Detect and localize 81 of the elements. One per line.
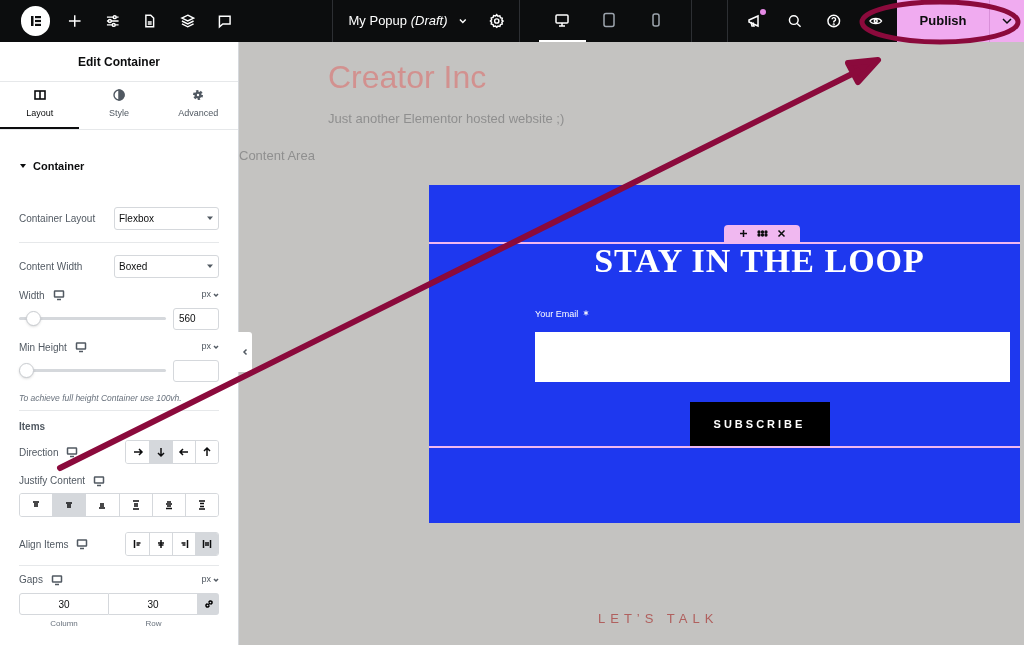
popup-heading: STAY IN THE LOOP bbox=[594, 244, 925, 278]
help-text: To achieve full height Container use 100vh. bbox=[19, 391, 183, 405]
section-toggle[interactable]: Container bbox=[19, 158, 219, 175]
up-icon bbox=[201, 446, 213, 459]
slider[interactable] bbox=[19, 311, 166, 326]
field-caption: Column bbox=[49, 618, 79, 631]
desktop-icon[interactable] bbox=[66, 446, 79, 459]
link-icon bbox=[202, 598, 215, 611]
settings-icon[interactable] bbox=[489, 13, 505, 29]
align-stretch-icon bbox=[201, 538, 213, 551]
control-label: Content Width bbox=[19, 259, 83, 274]
close-icon[interactable] bbox=[776, 229, 786, 238]
email-field[interactable] bbox=[535, 331, 1010, 382]
control-label: Width bbox=[19, 288, 45, 303]
layers-icon[interactable] bbox=[179, 13, 196, 29]
desktop-icon bbox=[554, 12, 571, 28]
layout-icon bbox=[32, 88, 47, 103]
option-button[interactable] bbox=[184, 494, 218, 517]
panel-tab[interactable]: Layout bbox=[0, 82, 80, 129]
sliders-icon[interactable] bbox=[104, 13, 121, 29]
container-handle[interactable] bbox=[724, 225, 800, 242]
chevron-left-icon bbox=[241, 348, 249, 356]
group-heading: Items bbox=[19, 420, 47, 435]
panel-tab[interactable]: Advanced bbox=[158, 82, 238, 129]
link-toggle[interactable] bbox=[198, 593, 219, 616]
select-field[interactable]: Boxed bbox=[114, 254, 219, 278]
option-button[interactable] bbox=[52, 494, 86, 517]
desktop-icon[interactable] bbox=[76, 538, 89, 551]
control-label: Justify Content bbox=[19, 474, 86, 489]
unit-selector[interactable]: px bbox=[201, 340, 219, 354]
desktop-icon[interactable] bbox=[93, 474, 106, 487]
down-icon bbox=[155, 446, 167, 459]
field-label: Your Email bbox=[535, 308, 579, 321]
control-label: Direction bbox=[19, 445, 59, 460]
unit-selector[interactable]: px bbox=[201, 288, 219, 302]
collapse-panel-handle[interactable] bbox=[238, 332, 252, 372]
align-start-icon bbox=[131, 538, 144, 551]
number-field[interactable] bbox=[173, 359, 219, 382]
row-gap-field[interactable]: 30 bbox=[109, 593, 198, 616]
caret-icon bbox=[206, 262, 214, 270]
subscribe-button[interactable]: SUBSCRIBE bbox=[689, 401, 830, 446]
chevron-down-icon bbox=[213, 576, 219, 583]
align-center-icon bbox=[155, 538, 167, 551]
drag-icon[interactable] bbox=[756, 229, 768, 238]
slider-thumb[interactable] bbox=[25, 311, 41, 326]
control-label: Align Items bbox=[19, 537, 69, 552]
field-caption: Row bbox=[144, 618, 163, 631]
segmented-control[interactable] bbox=[125, 532, 219, 557]
column-gap-field[interactable]: 30 bbox=[19, 593, 109, 616]
option-button[interactable] bbox=[195, 533, 218, 556]
control-label: Gaps bbox=[19, 573, 43, 588]
caret-icon bbox=[206, 214, 214, 222]
footer-heading: LET’S TALK bbox=[598, 611, 719, 626]
desktop-icon[interactable] bbox=[50, 573, 63, 586]
help-icon[interactable] bbox=[826, 13, 842, 29]
option-button[interactable] bbox=[149, 441, 172, 464]
chat-icon[interactable] bbox=[217, 13, 233, 29]
style-icon bbox=[112, 88, 126, 103]
panel-tab[interactable]: Style bbox=[79, 82, 159, 129]
advanced-icon bbox=[191, 88, 206, 103]
option-button[interactable] bbox=[195, 441, 218, 464]
selected-container[interactable]: STAY IN THE LOOP Your Email SUBSCRIBE bbox=[429, 242, 1020, 448]
slider[interactable] bbox=[19, 363, 166, 378]
segmented-control[interactable] bbox=[125, 440, 219, 465]
document-title[interactable]: My Popup (Draft) bbox=[348, 11, 448, 31]
logo-icon[interactable] bbox=[21, 6, 51, 36]
unit-selector[interactable]: px bbox=[201, 573, 219, 587]
desktop-icon[interactable] bbox=[74, 341, 87, 353]
chevron-down-icon bbox=[213, 292, 219, 298]
select-field[interactable]: Flexbox bbox=[114, 206, 219, 230]
control-label: Min Height bbox=[19, 340, 67, 355]
desktop-icon[interactable] bbox=[52, 289, 65, 301]
segmented-control[interactable] bbox=[19, 493, 219, 518]
panel-title: Edit Container bbox=[78, 53, 160, 71]
search-icon[interactable] bbox=[786, 13, 803, 29]
tablet-icon bbox=[601, 12, 618, 28]
control-label: Container Layout bbox=[19, 211, 96, 226]
add-icon[interactable] bbox=[738, 229, 748, 238]
chevron-down-icon bbox=[213, 344, 219, 350]
slider-thumb[interactable] bbox=[19, 363, 34, 378]
number-field[interactable]: 560 bbox=[173, 307, 219, 330]
